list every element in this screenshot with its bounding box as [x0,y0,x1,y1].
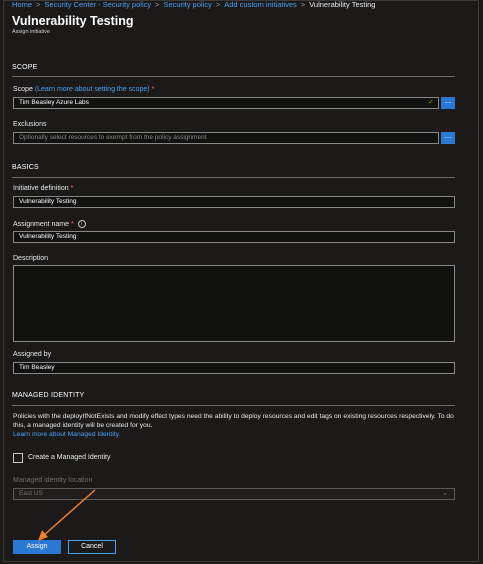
identity-location-dropdown[interactable]: East US ⌄ [13,488,455,500]
exclusions-browse-button[interactable]: ... [441,132,455,144]
managed-identity-divider [12,405,455,406]
basics-heading: BASICS [12,164,39,171]
breadcrumb-current: Vulnerability Testing [309,0,376,9]
managed-identity-heading: MANAGED IDENTITY [12,392,85,399]
breadcrumb-security-policy[interactable]: Security policy [164,0,212,9]
breadcrumb-add-custom-initiatives[interactable]: Add custom initiatives [224,0,297,9]
breadcrumb-separator: > [300,0,306,9]
breadcrumb: Home > Security Center - Security policy > S… [12,0,375,12]
assigned-by-field[interactable]: Tim Beasley [13,362,455,374]
chevron-down-icon: ⌄ [442,490,448,497]
create-managed-identity-label[interactable]: Create a Managed Identity [28,454,111,461]
page-subtitle: Assign initiative [12,29,50,35]
required-marker: * [151,86,155,93]
exclusions-field[interactable]: Optionally select resources to exempt fr… [13,132,439,144]
identity-location-label: Managed identity location [13,477,93,484]
assignment-name-label: Assignment name [13,220,70,228]
initiative-label-row: Initiative definition * [13,185,73,192]
page-title: Vulnerability Testing [12,14,134,28]
create-managed-identity-checkbox[interactable] [13,453,23,463]
breadcrumb-separator: > [215,0,221,9]
scope-label-row: Scope (Learn more about setting the scop… [13,86,154,93]
scope-heading: SCOPE [12,64,38,71]
assignment-label-row: Assignment name * i [13,220,86,228]
managed-identity-paragraph: Policies with the deployIfNotExists and … [13,413,454,429]
scope-divider [12,76,455,77]
scope-label: Scope [13,86,33,93]
scope-learn-more-link[interactable]: (Learn more about setting the scope) [35,86,150,93]
basics-divider [12,177,455,178]
required-marker: * [70,185,74,192]
description-label: Description [13,255,49,262]
breadcrumb-separator: > [36,0,41,9]
scope-field[interactable]: Tim Beasley Azure Labs [13,97,439,109]
identity-location-value: East US [19,490,43,497]
assign-button[interactable]: Assign [13,540,61,554]
description-textarea[interactable] [13,265,455,342]
exclusions-label: Exclusions [13,121,47,128]
assigned-by-label: Assigned by [13,351,52,358]
initiative-definition-field[interactable]: Vulnerability Testing [13,196,455,208]
managed-identity-description: Policies with the deployIfNotExists and … [13,412,459,439]
required-marker: * [70,220,74,228]
initiative-label: Initiative definition [13,185,69,192]
check-icon: ✓ [428,99,434,106]
breadcrumb-home[interactable]: Home [12,0,32,9]
cancel-button[interactable]: Cancel [68,540,116,554]
managed-identity-learn-more-link[interactable]: Learn more about Managed Identity. [13,431,120,438]
assignment-name-field[interactable]: Vulnerability Testing [13,231,455,243]
scope-browse-button[interactable]: ... [441,97,455,109]
breadcrumb-security-center[interactable]: Security Center - Security policy [44,0,151,9]
breadcrumb-separator: > [155,0,160,9]
info-icon[interactable]: i [77,220,86,228]
